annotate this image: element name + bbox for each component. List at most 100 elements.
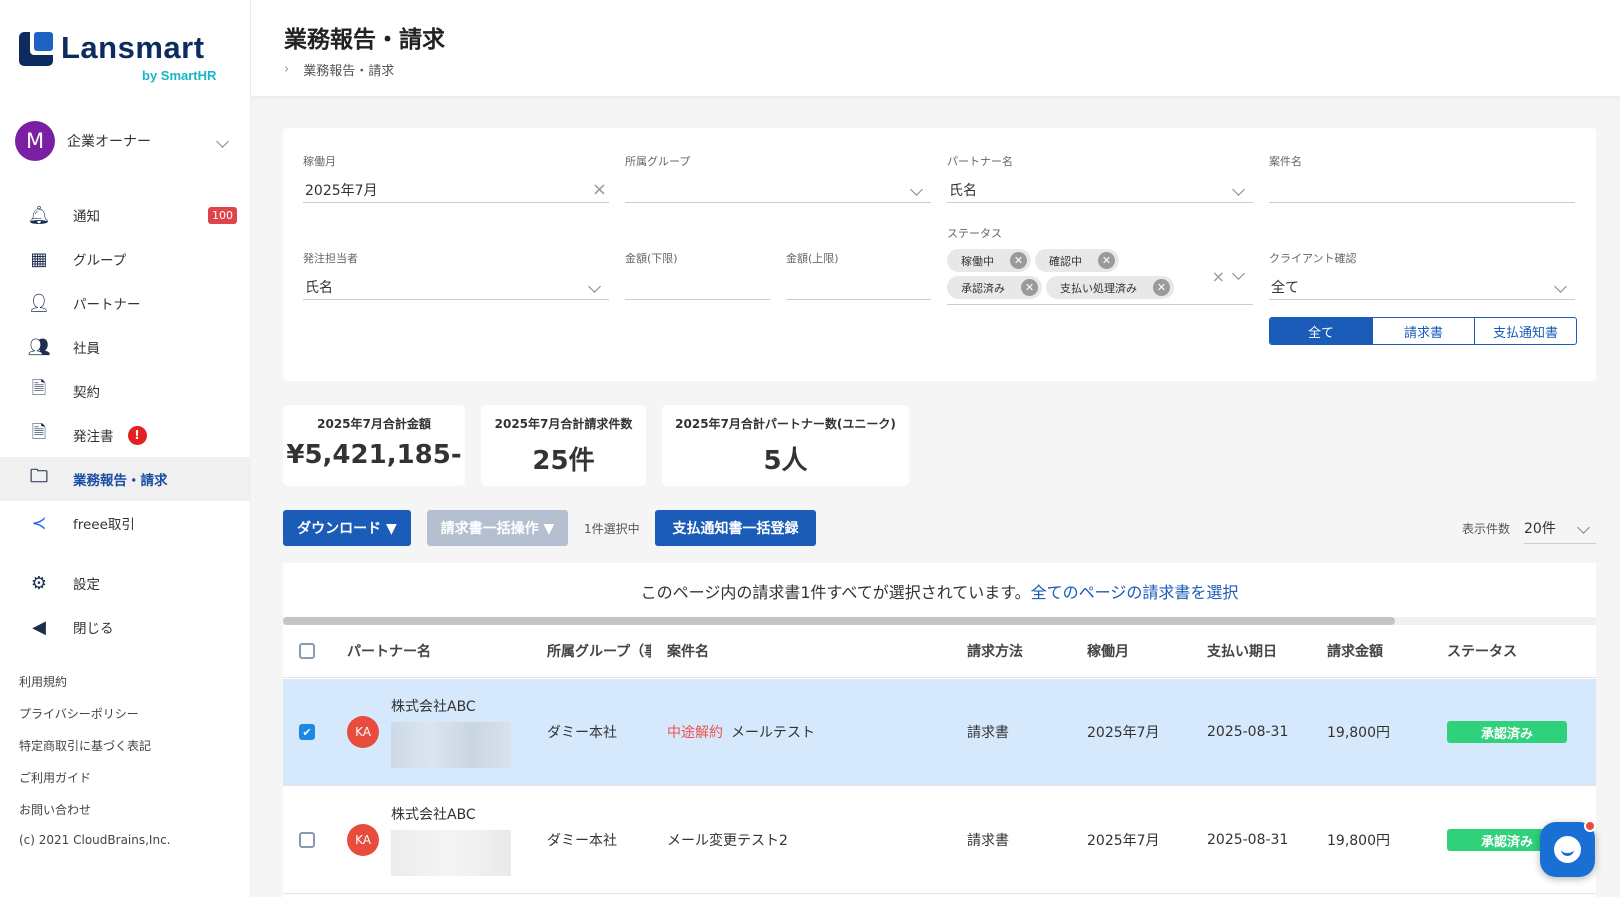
chevron-down-icon <box>1577 521 1590 534</box>
guide-link[interactable]: ご利用ガイド <box>19 769 171 801</box>
chevron-down-icon <box>1232 183 1245 196</box>
privacy-link[interactable]: プライバシーポリシー <box>19 705 171 737</box>
stat-partner-count: 2025年7月合計パートナー数(ユニーク) 5人 <box>662 405 909 486</box>
chat-support-button[interactable] <box>1540 820 1596 877</box>
field-label: 金額(下限) <box>625 252 678 265</box>
stat-invoice-count: 2025年7月合計請求件数 25件 <box>481 405 646 486</box>
select-all-checkbox[interactable] <box>299 643 315 659</box>
chip-label: 確認中 <box>1049 254 1082 268</box>
selection-message: このページ内の請求書1件すべてが選択されています。 <box>640 583 1031 602</box>
column-header-status[interactable]: ステータス <box>1447 641 1517 661</box>
status-chip: 支払い処理済み ✕ <box>1046 276 1174 299</box>
doc-type-toggle: 全て 請求書 支払通知書 <box>1269 317 1577 345</box>
field-label: パートナー名 <box>947 155 1013 168</box>
group-cell: ダミー本社 <box>547 725 617 741</box>
column-header-partner[interactable]: パートナー名 <box>347 641 431 661</box>
document-icon: 🗎 <box>31 378 47 399</box>
project-filter[interactable]: 案件名 <box>1269 153 1575 203</box>
per-page-value: 20件 <box>1524 520 1556 537</box>
column-header-amount[interactable]: 請求金額 <box>1327 641 1383 661</box>
terms-link[interactable]: 利用規約 <box>19 673 171 705</box>
method-cell: 請求書 <box>967 833 1009 849</box>
orderer-value: 氏名 <box>305 279 333 296</box>
project-cell[interactable]: メールテスト <box>731 725 815 741</box>
doc-type-invoice[interactable]: 請求書 <box>1372 318 1474 344</box>
orderer-filter[interactable]: 発注担当者 氏名 <box>303 250 609 300</box>
sidebar-item-purchase-orders[interactable]: 🗎 発注書! <box>0 413 251 457</box>
column-header-project[interactable]: 案件名 <box>667 641 709 661</box>
nav-label: 社員 <box>73 341 100 357</box>
redacted-name <box>391 830 511 876</box>
column-header-due[interactable]: 支払い期日 <box>1207 641 1277 661</box>
doc-type-payment-notice[interactable]: 支払通知書 <box>1474 318 1576 344</box>
per-page-select[interactable]: 20件 <box>1524 512 1596 544</box>
building-icon: ▦ <box>30 248 48 270</box>
sidebar-item-employees[interactable]: 👥︎ 社員 <box>0 325 251 369</box>
scrollbar-thumb[interactable] <box>283 617 1395 625</box>
partner-company[interactable]: 株式会社ABC <box>391 696 511 716</box>
page-header: 業務報告・請求 › 業務報告・請求 <box>251 0 1620 96</box>
chip-label: 支払い処理済み <box>1060 281 1137 295</box>
bulk-register-payment-notice-button[interactable]: 支払通知書一括登録 <box>655 510 816 546</box>
status-filter[interactable]: ステータス 稼働中 ✕ 確認中 ✕ 承認済み ✕ 支払い処理済み ✕ × <box>947 225 1253 305</box>
table-row[interactable]: ✔ KA 株式会社ABC ダミー本社 中途解約 メールテスト 請求書 2025年7… <box>283 679 1596 786</box>
sidebar-item-groups[interactable]: ▦ グループ <box>0 237 251 281</box>
horizontal-scrollbar[interactable] <box>283 617 1596 625</box>
amount-cell: 19,800円 <box>1327 833 1390 849</box>
row-checkbox[interactable] <box>299 832 315 848</box>
person-icon: 👤︎ <box>27 292 51 314</box>
sidebar-item-freee[interactable]: ≺ freee取引 <box>0 501 251 545</box>
amount-max-input[interactable]: 金額(上限) <box>786 250 931 300</box>
breadcrumb: › 業務報告・請求 <box>284 60 394 79</box>
remove-chip-icon[interactable]: ✕ <box>1098 252 1115 269</box>
sidebar-item-partners[interactable]: 👤︎ パートナー <box>0 281 251 325</box>
project-cell[interactable]: メール変更テスト2 <box>667 830 788 850</box>
chevron-down-icon[interactable] <box>1232 267 1245 280</box>
sidebar-item-settings[interactable]: ⚙ 設定 <box>0 561 251 605</box>
remove-chip-icon[interactable]: ✕ <box>1010 252 1027 269</box>
stat-value: 25件 <box>532 446 595 476</box>
column-header-group[interactable]: 所属グループ（事 <box>547 641 651 661</box>
user-menu[interactable]: M 企業オーナー <box>15 121 235 161</box>
clear-icon[interactable]: × <box>592 179 607 200</box>
notification-count-badge: 100 <box>208 206 237 224</box>
month-filter[interactable]: 稼働月 2025年7月 × <box>303 153 609 203</box>
month-cell: 2025年7月 <box>1087 725 1160 741</box>
commerce-law-link[interactable]: 特定商取引に基づく表記 <box>19 737 171 769</box>
status-badge: 承認済み <box>1447 721 1567 743</box>
column-header-month[interactable]: 稼働月 <box>1087 641 1129 661</box>
contact-link[interactable]: お問い合わせ <box>19 801 171 833</box>
selection-banner: このページ内の請求書1件すべてが選択されています。全てのページの請求書を選択 <box>283 563 1596 618</box>
table-row[interactable]: KA 株式会社ABC ダミー本社 メール変更テスト2 請求書 2025年7月 2… <box>283 787 1596 894</box>
avatar: M <box>15 121 55 161</box>
partner-filter[interactable]: パートナー名 氏名 <box>947 153 1253 203</box>
bulk-invoice-actions-button[interactable]: 請求書一括操作 ▼ <box>427 510 568 546</box>
sidebar-item-close[interactable]: ◀ 閉じる <box>0 605 251 649</box>
clear-icon[interactable]: × <box>1212 267 1225 286</box>
chevron-down-icon <box>910 183 923 196</box>
sidebar-item-notifications[interactable]: 🔔︎ 通知 100 <box>0 193 251 237</box>
stat-value: 5人 <box>763 446 808 476</box>
cancellation-tag: 中途解約 <box>667 725 723 741</box>
chat-icon <box>1561 849 1574 856</box>
row-checkbox[interactable]: ✔ <box>299 724 315 740</box>
client-confirm-filter[interactable]: クライアント確認 全て <box>1269 250 1575 300</box>
filter-panel: 稼働月 2025年7月 × 所属グループ パートナー名 氏名 案件名 発注担当者 氏名 … <box>283 128 1596 381</box>
download-button[interactable]: ダウンロード ▼ <box>283 510 411 546</box>
column-header-method[interactable]: 請求方法 <box>967 641 1023 661</box>
remove-chip-icon[interactable]: ✕ <box>1021 279 1038 296</box>
sidebar-item-contracts[interactable]: 🗎 契約 <box>0 369 251 413</box>
sidebar-item-reports-billing[interactable]: 🗀 業務報告・請求 <box>0 457 251 501</box>
group-filter[interactable]: 所属グループ <box>625 153 931 203</box>
select-all-pages-link[interactable]: 全てのページの請求書を選択 <box>1031 583 1239 602</box>
doc-type-all[interactable]: 全て <box>1270 318 1372 344</box>
chevron-down-icon <box>588 280 601 293</box>
chip-label: 承認済み <box>961 281 1005 295</box>
breadcrumb-item[interactable]: 業務報告・請求 <box>303 60 394 79</box>
sidebar: Lansmart by SmartHR M 企業オーナー 🔔︎ 通知 100 ▦ グル… <box>0 0 251 897</box>
remove-chip-icon[interactable]: ✕ <box>1153 279 1170 296</box>
logo-text: Lansmart <box>61 30 205 65</box>
partner-company[interactable]: 株式会社ABC <box>391 804 511 824</box>
amount-min-input[interactable]: 金額(下限) <box>625 250 770 300</box>
nav-label: 通知 <box>73 209 100 225</box>
